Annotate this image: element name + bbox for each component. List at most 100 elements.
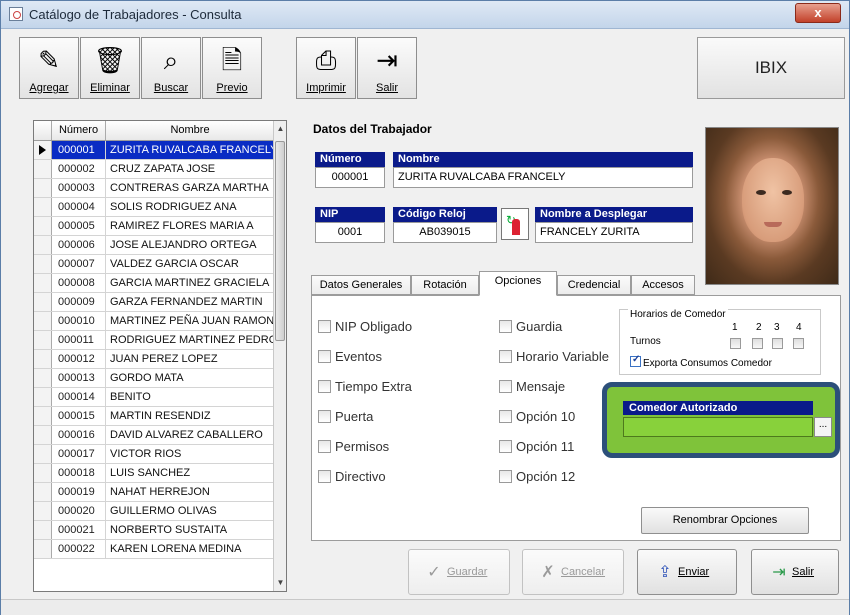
option-checkbox[interactable]: Directivo: [318, 469, 386, 487]
option-checkbox[interactable]: Guardia: [499, 319, 562, 337]
row-indicator[interactable]: [34, 483, 52, 501]
row-indicator[interactable]: [34, 217, 52, 235]
codigo-reloj-field[interactable]: AB039015: [393, 222, 497, 243]
table-row[interactable]: 000009 GARZA FERNANDEZ MARTIN: [34, 293, 274, 312]
row-indicator[interactable]: [34, 160, 52, 178]
cell-nombre[interactable]: JUAN PEREZ LOPEZ: [106, 350, 274, 368]
cell-numero[interactable]: 000007: [52, 255, 106, 273]
row-indicator[interactable]: [34, 236, 52, 254]
tab-datos-generales[interactable]: Datos Generales: [311, 275, 411, 295]
cancelar-button[interactable]: ✗ Cancelar: [522, 549, 624, 595]
turno-4-checkbox[interactable]: [793, 338, 804, 349]
cell-numero[interactable]: 000014: [52, 388, 106, 406]
table-scrollbar[interactable]: ▲ ▼: [273, 121, 286, 591]
cell-nombre[interactable]: JOSE ALEJANDRO ORTEGA: [106, 236, 274, 254]
cell-numero[interactable]: 000015: [52, 407, 106, 425]
checkbox-box[interactable]: [318, 320, 331, 333]
scroll-thumb[interactable]: [275, 141, 285, 341]
tab-rotacion[interactable]: Rotación: [411, 275, 479, 295]
table-row[interactable]: 000020 GUILLERMO OLIVAS: [34, 502, 274, 521]
checkbox-box[interactable]: [499, 380, 512, 393]
row-indicator[interactable]: [34, 255, 52, 273]
row-indicator[interactable]: [34, 502, 52, 520]
row-indicator[interactable]: [34, 293, 52, 311]
row-indicator[interactable]: [34, 388, 52, 406]
cell-nombre[interactable]: GARZA FERNANDEZ MARTIN: [106, 293, 274, 311]
cell-numero[interactable]: 000020: [52, 502, 106, 520]
exporta-consumos-checkbox[interactable]: Exporta Consumos Comedor: [630, 354, 772, 369]
table-row[interactable]: 000005 RAMIREZ FLORES MARIA A: [34, 217, 274, 236]
option-checkbox[interactable]: NIP Obligado: [318, 319, 412, 337]
row-indicator[interactable]: [34, 198, 52, 216]
cell-nombre[interactable]: ZURITA RUVALCABA FRANCELY: [106, 141, 274, 159]
employee-table[interactable]: Número Nombre 000001 ZURITA RUVALCABA FRA…: [33, 120, 287, 592]
eliminar-button[interactable]: 🗑 Eliminar: [80, 37, 140, 99]
cell-nombre[interactable]: MARTIN RESENDIZ: [106, 407, 274, 425]
cell-numero[interactable]: 000021: [52, 521, 106, 539]
table-row[interactable]: 000007 VALDEZ GARCIA OSCAR: [34, 255, 274, 274]
table-row[interactable]: 000016 DAVID ALVAREZ CABALLERO: [34, 426, 274, 445]
table-row[interactable]: 000017 VICTOR RIOS: [34, 445, 274, 464]
nombre-desplegar-field[interactable]: FRANCELY ZURITA: [535, 222, 693, 243]
checkbox-box[interactable]: [499, 320, 512, 333]
table-row[interactable]: 000013 GORDO MATA: [34, 369, 274, 388]
enviar-button[interactable]: ⇪ Enviar: [637, 549, 737, 595]
cell-nombre[interactable]: CRUZ ZAPATA JOSE: [106, 160, 274, 178]
option-checkbox[interactable]: Opción 11: [499, 439, 574, 457]
row-indicator[interactable]: [34, 369, 52, 387]
row-indicator[interactable]: [34, 464, 52, 482]
row-indicator[interactable]: [34, 274, 52, 292]
header-numero[interactable]: Número: [52, 121, 106, 140]
table-row[interactable]: 000012 JUAN PEREZ LOPEZ: [34, 350, 274, 369]
cell-nombre[interactable]: RODRIGUEZ MARTINEZ PEDRO: [106, 331, 274, 349]
scroll-down-icon[interactable]: ▼: [274, 575, 286, 591]
option-checkbox[interactable]: Tiempo Extra: [318, 379, 412, 397]
cell-nombre[interactable]: NAHAT HERREJON: [106, 483, 274, 501]
title-bar[interactable]: Catálogo de Trabajadores - Consulta x: [1, 1, 849, 29]
cell-numero[interactable]: 000013: [52, 369, 106, 387]
cell-nombre[interactable]: GARCIA MARTINEZ GRACIELA: [106, 274, 274, 292]
table-row[interactable]: 000011 RODRIGUEZ MARTINEZ PEDRO: [34, 331, 274, 350]
option-checkbox[interactable]: Opción 10: [499, 409, 575, 427]
renombrar-opciones-button[interactable]: Renombrar Opciones: [641, 507, 809, 534]
cell-numero[interactable]: 000010: [52, 312, 106, 330]
cell-numero[interactable]: 000001: [52, 141, 106, 159]
table-row[interactable]: 000019 NAHAT HERREJON: [34, 483, 274, 502]
close-button[interactable]: x: [795, 3, 841, 23]
cell-numero[interactable]: 000002: [52, 160, 106, 178]
checkbox-box[interactable]: [318, 380, 331, 393]
scroll-up-icon[interactable]: ▲: [274, 121, 286, 137]
cell-nombre[interactable]: BENITO: [106, 388, 274, 406]
cell-nombre[interactable]: GUILLERMO OLIVAS: [106, 502, 274, 520]
checkbox-box[interactable]: [318, 470, 331, 483]
table-row[interactable]: 000018 LUIS SANCHEZ: [34, 464, 274, 483]
cell-numero[interactable]: 000009: [52, 293, 106, 311]
agregar-button[interactable]: ✎ Agregar: [19, 37, 79, 99]
turno-1-checkbox[interactable]: [730, 338, 741, 349]
cell-nombre[interactable]: MARTINEZ PEÑA JUAN RAMON: [106, 312, 274, 330]
cell-nombre[interactable]: DAVID ALVAREZ CABALLERO: [106, 426, 274, 444]
imprimir-button[interactable]: ⎙ Imprimir: [296, 37, 356, 99]
table-row[interactable]: 000022 KAREN LORENA MEDINA: [34, 540, 274, 559]
row-indicator[interactable]: [34, 179, 52, 197]
numero-field[interactable]: 000001: [315, 167, 385, 188]
cell-numero[interactable]: 000017: [52, 445, 106, 463]
table-row[interactable]: 000021 NORBERTO SUSTAITA: [34, 521, 274, 540]
table-row[interactable]: 000006 JOSE ALEJANDRO ORTEGA: [34, 236, 274, 255]
table-row[interactable]: 000014 BENITO: [34, 388, 274, 407]
ibix-button[interactable]: IBIX: [697, 37, 845, 99]
table-row[interactable]: 000001 ZURITA RUVALCABA FRANCELY: [34, 141, 274, 160]
swap-name-button[interactable]: ↻: [501, 208, 529, 240]
option-checkbox[interactable]: Puerta: [318, 409, 373, 427]
checkbox-box[interactable]: [318, 440, 331, 453]
cell-numero[interactable]: 000004: [52, 198, 106, 216]
checkbox-box[interactable]: [499, 440, 512, 453]
cell-nombre[interactable]: KAREN LORENA MEDINA: [106, 540, 274, 558]
table-row[interactable]: 000002 CRUZ ZAPATA JOSE: [34, 160, 274, 179]
checkbox-box[interactable]: [318, 350, 331, 363]
row-indicator[interactable]: [34, 521, 52, 539]
row-indicator[interactable]: [34, 331, 52, 349]
previo-button[interactable]: 🗎 Previo: [202, 37, 262, 99]
checkbox-box[interactable]: [499, 470, 512, 483]
tab-accesos[interactable]: Accesos: [631, 275, 695, 295]
